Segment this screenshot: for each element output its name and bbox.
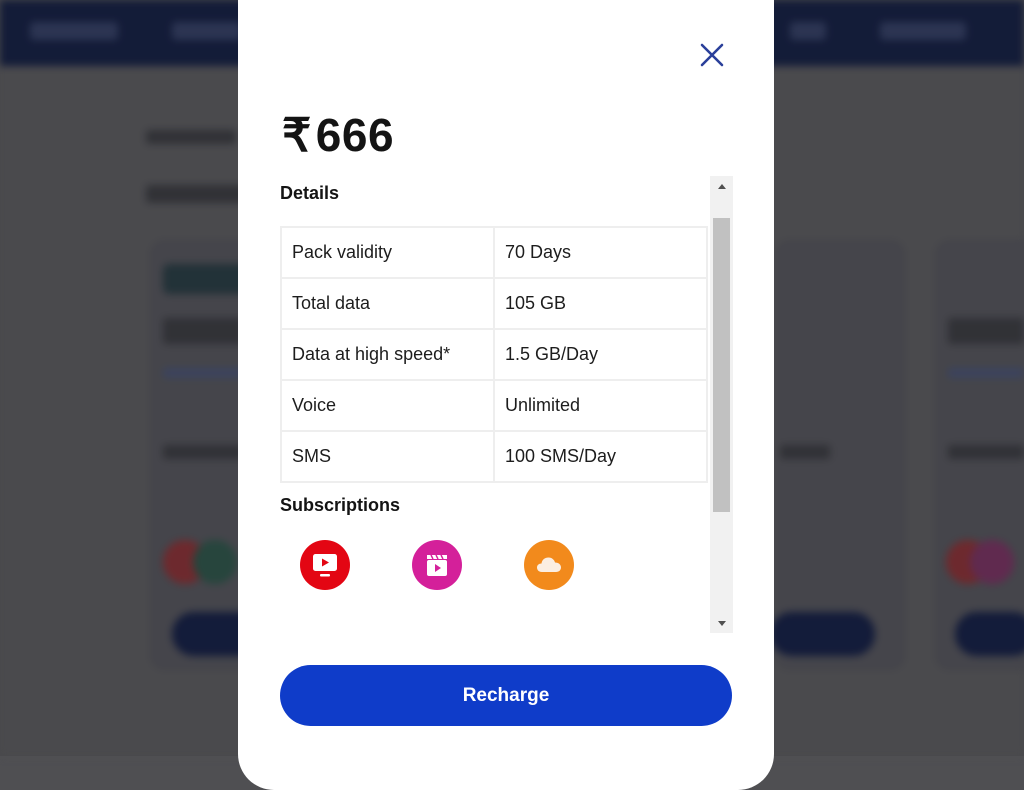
- details-label: SMS: [280, 430, 495, 483]
- details-label: Pack validity: [280, 226, 495, 279]
- scrollbar-thumb[interactable]: [713, 218, 730, 512]
- details-scroll-area[interactable]: Details Pack validity 70 Days Total data 10…: [280, 176, 733, 633]
- subscription-item-tv[interactable]: [300, 540, 350, 590]
- caret-up-icon: [717, 183, 726, 189]
- currency-symbol: ₹: [282, 109, 312, 161]
- details-value: 105 GB: [493, 277, 708, 330]
- close-button[interactable]: [697, 40, 727, 70]
- cinema-clapper-icon: [427, 554, 447, 576]
- details-label: Data at high speed*: [280, 328, 495, 381]
- details-heading: Details: [280, 183, 340, 203]
- details-row: Voice Unlimited: [280, 379, 708, 432]
- scroll-up-button[interactable]: [710, 176, 733, 196]
- vertical-scrollbar[interactable]: [710, 176, 733, 633]
- details-row: Data at high speed* 1.5 GB/Day: [280, 328, 708, 381]
- subscription-item-cloud[interactable]: [524, 540, 574, 590]
- details-value: 70 Days: [493, 226, 708, 279]
- price-amount: 666: [315, 109, 395, 161]
- details-label: Voice: [280, 379, 495, 432]
- details-label: Total data: [280, 277, 495, 330]
- tv-play-icon: [313, 554, 337, 577]
- details-row: SMS 100 SMS/Day: [280, 430, 708, 483]
- plan-price: ₹666: [282, 112, 394, 158]
- details-value: 1.5 GB/Day: [493, 328, 708, 381]
- subscriptions-heading: Subscriptions: [280, 495, 401, 515]
- caret-down-icon: [717, 620, 726, 626]
- close-icon: [700, 43, 724, 67]
- details-row: Total data 105 GB: [280, 277, 708, 330]
- recharge-button[interactable]: Recharge: [280, 665, 732, 726]
- plan-details-modal: ₹666 Details Pack validity 70 Days Total d…: [238, 0, 774, 790]
- details-value: 100 SMS/Day: [493, 430, 708, 483]
- scroll-down-button[interactable]: [710, 613, 733, 633]
- subscription-item-cinema[interactable]: [412, 540, 462, 590]
- subscriptions-list: [300, 540, 700, 592]
- details-table: Pack validity 70 Days Total data 105 GB Data…: [280, 226, 708, 483]
- cloud-icon: [537, 557, 561, 572]
- details-row: Pack validity 70 Days: [280, 226, 708, 279]
- details-value: Unlimited: [493, 379, 708, 432]
